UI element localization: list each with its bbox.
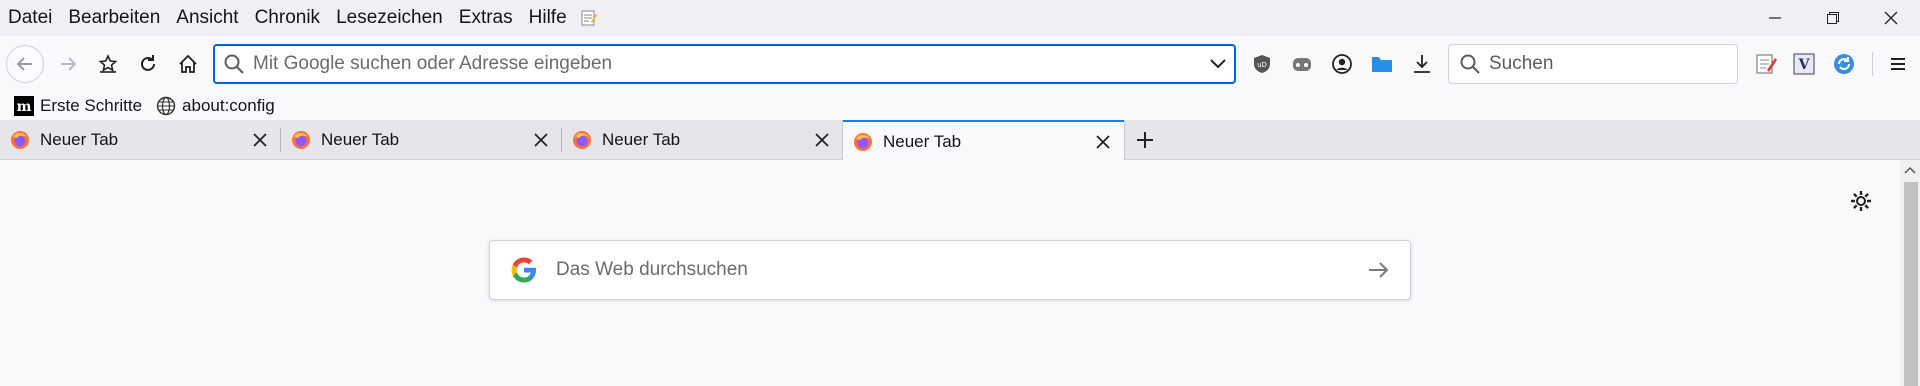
google-logo-icon bbox=[511, 257, 536, 283]
window-controls bbox=[1746, 0, 1920, 36]
chevron-down-icon[interactable] bbox=[1202, 46, 1234, 82]
arrow-right-icon[interactable] bbox=[1362, 253, 1396, 287]
svg-text:uD: uD bbox=[1257, 61, 1267, 69]
navbar: uD V bbox=[0, 36, 1920, 92]
privacy-badger-icon[interactable] bbox=[1284, 46, 1320, 82]
star-tray-icon bbox=[98, 54, 118, 73]
reload-button[interactable] bbox=[130, 46, 166, 82]
new-tab-page bbox=[0, 160, 1900, 386]
search-icon bbox=[1459, 53, 1481, 75]
bookmarks-toolbar: m Erste Schritte about:config bbox=[0, 92, 1920, 120]
gear-icon[interactable] bbox=[1846, 186, 1876, 216]
arrow-left-icon bbox=[16, 57, 32, 71]
tab[interactable]: Neuer Tab bbox=[0, 120, 281, 160]
globe-icon bbox=[156, 96, 176, 116]
firefox-icon bbox=[11, 131, 29, 149]
scroll-thumb[interactable] bbox=[1904, 182, 1918, 386]
vertical-scrollbar[interactable] bbox=[1900, 160, 1920, 386]
search-icon bbox=[221, 51, 247, 77]
forward-button[interactable] bbox=[50, 46, 86, 82]
firefox-icon bbox=[854, 132, 872, 151]
tab-label: Neuer Tab bbox=[602, 130, 681, 149]
svg-text:V: V bbox=[1798, 57, 1811, 73]
bookmark-erste-schritte[interactable]: m Erste Schritte bbox=[14, 96, 142, 116]
account-icon[interactable] bbox=[1324, 46, 1360, 82]
bookmark-about-config[interactable]: about:config bbox=[156, 96, 275, 116]
url-bar[interactable] bbox=[213, 44, 1236, 84]
notepad-icon[interactable] bbox=[579, 8, 599, 28]
close-icon[interactable] bbox=[807, 125, 837, 155]
arrow-right-icon bbox=[61, 57, 77, 71]
home-icon bbox=[179, 54, 197, 73]
menu-lesezeichen[interactable]: Lesezeichen bbox=[328, 7, 451, 29]
close-icon[interactable] bbox=[245, 125, 275, 155]
tab-label: Neuer Tab bbox=[40, 130, 119, 149]
menu-bearbeiten[interactable]: Bearbeiten bbox=[60, 7, 168, 29]
ublock-icon[interactable]: uD bbox=[1244, 46, 1280, 82]
new-tab-button[interactable] bbox=[1128, 124, 1162, 156]
home-button[interactable] bbox=[170, 46, 206, 82]
bookmark-star-button[interactable] bbox=[90, 46, 126, 82]
scroll-up-icon[interactable] bbox=[1900, 160, 1920, 180]
bookmark-label: about:config bbox=[182, 96, 275, 115]
tab[interactable]: Neuer Tab bbox=[281, 120, 562, 160]
close-icon[interactable] bbox=[526, 125, 556, 155]
folder-icon[interactable] bbox=[1364, 46, 1400, 82]
restore-button[interactable] bbox=[1804, 0, 1862, 36]
firefox-icon bbox=[573, 131, 591, 149]
menu-chronik[interactable]: Chronik bbox=[247, 7, 328, 29]
menu-datei[interactable]: Datei bbox=[0, 7, 60, 29]
web-search-box[interactable] bbox=[489, 240, 1411, 300]
menubar: Datei Bearbeiten Ansicht Chronik Lesezei… bbox=[0, 0, 1920, 36]
firefox-icon bbox=[292, 131, 310, 149]
close-window-button[interactable] bbox=[1862, 0, 1920, 36]
close-icon[interactable] bbox=[1088, 127, 1118, 157]
download-icon[interactable] bbox=[1404, 46, 1440, 82]
tab-active[interactable]: Neuer Tab bbox=[843, 120, 1124, 161]
url-input[interactable] bbox=[253, 53, 1202, 75]
hamburger-menu-icon[interactable] bbox=[1880, 46, 1916, 82]
plus-icon bbox=[1137, 132, 1153, 148]
tab-strip: Neuer Tab Neuer Tab Neuer Tab Neuer Tab bbox=[0, 120, 1920, 161]
sync-icon[interactable] bbox=[1826, 46, 1862, 82]
notes-edit-icon[interactable] bbox=[1748, 46, 1784, 82]
tab-label: Neuer Tab bbox=[883, 131, 962, 151]
v-extension-icon[interactable]: V bbox=[1786, 46, 1822, 82]
medium-logo-icon: m bbox=[14, 96, 34, 116]
menu-hilfe[interactable]: Hilfe bbox=[521, 7, 575, 29]
reload-icon bbox=[141, 55, 155, 71]
minimize-button[interactable] bbox=[1746, 0, 1804, 36]
web-search-input[interactable] bbox=[556, 259, 1362, 281]
toolbar-separator bbox=[1872, 52, 1873, 76]
tab[interactable]: Neuer Tab bbox=[562, 120, 843, 160]
back-button[interactable] bbox=[6, 45, 44, 83]
bookmark-label: Erste Schritte bbox=[40, 96, 143, 115]
search-bar[interactable] bbox=[1448, 44, 1738, 84]
svg-text:m: m bbox=[17, 99, 32, 115]
search-input[interactable] bbox=[1489, 53, 1719, 75]
tab-label: Neuer Tab bbox=[321, 130, 400, 149]
menu-extras[interactable]: Extras bbox=[451, 7, 521, 29]
menu-ansicht[interactable]: Ansicht bbox=[168, 7, 246, 29]
